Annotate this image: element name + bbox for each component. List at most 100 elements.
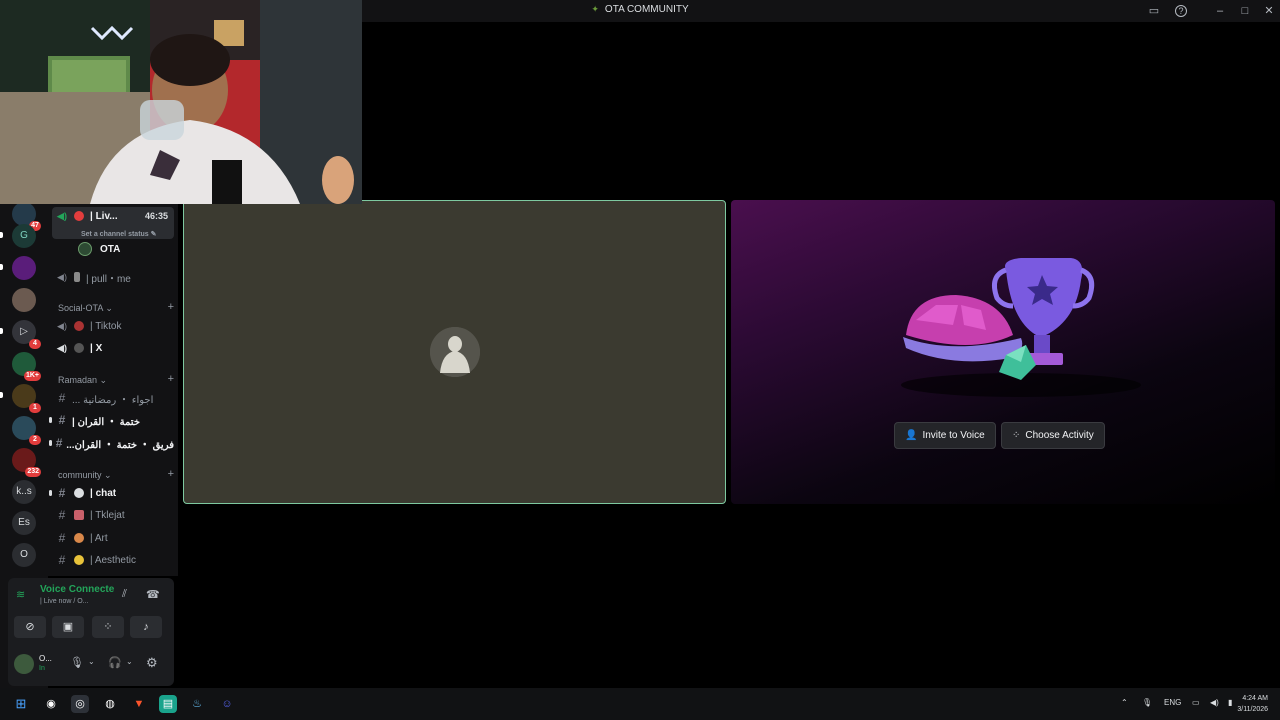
add-channel-icon[interactable]: +: [168, 301, 174, 314]
obs-icon[interactable]: ◉: [42, 695, 60, 713]
server-icon[interactable]: 2: [12, 416, 41, 445]
text-channel-art[interactable]: # | Art: [52, 528, 174, 548]
speaker-icon: ◀): [57, 211, 67, 221]
clock-date: 3/11/2026: [1237, 706, 1268, 713]
hash-icon: #: [58, 531, 66, 545]
battery-icon[interactable]: ▮: [1228, 698, 1232, 707]
maximize-button[interactable]: □: [1237, 3, 1253, 19]
text-channel-tklejat[interactable]: # | Tklejat: [52, 505, 174, 525]
voice-channel-live[interactable]: ◀) | Liv... 46:35 Set a channel status ✎: [52, 207, 174, 239]
app-green-icon[interactable]: ▤: [159, 695, 177, 713]
category-community[interactable]: community ⌄ +: [58, 468, 174, 481]
unread-badge: 232: [25, 467, 41, 477]
chevron-up-icon[interactable]: ⌃: [1121, 698, 1128, 707]
gear-icon[interactable]: ⚙: [146, 655, 158, 671]
add-user-icon: 👤: [905, 430, 918, 441]
server-icon[interactable]: k..s: [12, 480, 36, 504]
hash-icon: #: [58, 486, 66, 500]
text-channel-aesthetic[interactable]: # | Aesthetic: [52, 550, 174, 570]
trophy-illustration: [901, 258, 1141, 397]
sparkles-icon: [74, 555, 84, 565]
app-icon[interactable]: ◍: [101, 695, 119, 713]
choose-activity-button[interactable]: ⁘ Choose Activity: [1001, 422, 1105, 449]
unread-pill: [0, 232, 3, 238]
category-social-ota[interactable]: Social-OTA ⌄ +: [58, 301, 174, 314]
server-icon[interactable]: 47: [12, 202, 41, 231]
language-indicator[interactable]: ENG: [1164, 698, 1181, 707]
server-icon[interactable]: G: [12, 224, 36, 248]
server-icon[interactable]: O: [12, 543, 36, 567]
voice-member[interactable]: OTA: [78, 242, 120, 256]
server-icon[interactable]: Es: [12, 511, 36, 535]
headphones-icon[interactable]: 🎧: [108, 656, 122, 669]
user-status: In: [39, 665, 45, 672]
steam-icon[interactable]: ♨: [188, 695, 206, 713]
palette-icon: [74, 533, 84, 543]
soundboard-button[interactable]: ♪: [130, 616, 162, 638]
voice-connected-panel: ≋ Voice Connecte | Live now / O... ⫽ ☎ ⊘…: [8, 578, 174, 686]
category-ramadan[interactable]: Ramadan ⌄ +: [58, 373, 174, 386]
disconnect-icon[interactable]: ☎: [146, 588, 160, 601]
hash-icon: #: [55, 436, 63, 450]
clock[interactable]: 4:24 AM 3/11/2026: [1237, 693, 1268, 715]
chevron-down-icon[interactable]: ⌄: [126, 657, 133, 666]
volume-icon[interactable]: ◀): [1210, 698, 1219, 707]
close-button[interactable]: ✕: [1261, 3, 1277, 19]
participant-tile[interactable]: [183, 200, 726, 504]
channel-list: ◀) | Liv... 46:35 Set a channel status ✎…: [48, 204, 178, 576]
text-channel-ramadan-1[interactable]: # ... اجواء ・ رمضانية: [52, 388, 174, 408]
voice-channel-x[interactable]: ◀) | X: [52, 338, 174, 358]
minimize-button[interactable]: –: [1212, 3, 1228, 19]
text-channel-ramadan-3[interactable]: # ...فريق ・ ختمة ・ القران: [52, 433, 174, 453]
server-icon[interactable]: [12, 256, 36, 280]
add-channel-icon[interactable]: +: [168, 373, 174, 386]
noise-suppression-icon[interactable]: ⫽: [122, 588, 127, 601]
x-emoji-icon: [74, 343, 84, 353]
live-icon: [74, 211, 84, 221]
call-timer: 46:35: [144, 211, 168, 221]
activities-button[interactable]: ⁘: [92, 616, 124, 638]
display-icon[interactable]: ▭: [1192, 698, 1200, 707]
voice-channel-link[interactable]: | Live now / O...: [40, 598, 89, 605]
text-channel-ramadan-2[interactable]: # | ختمة ・ القران: [52, 410, 174, 430]
discord-icon[interactable]: ☺: [218, 695, 236, 713]
tiktok-emoji-icon: [74, 321, 84, 331]
voice-channel-pull-me[interactable]: ◀) | pull・me: [52, 267, 174, 287]
unread-badge: 1: [29, 403, 41, 413]
signal-icon[interactable]: ≋: [16, 588, 25, 601]
voice-channel-tiktok[interactable]: ◀) | Tiktok: [52, 316, 174, 336]
server-icon[interactable]: 1K+: [12, 352, 41, 381]
user-avatar[interactable]: [14, 654, 34, 674]
channel-status-input[interactable]: Set a channel status ✎: [81, 230, 157, 238]
server-icon[interactable]: 232: [12, 448, 41, 477]
text-channel-chat[interactable]: # | chat: [52, 483, 174, 503]
chrome-icon[interactable]: ◎: [71, 695, 89, 713]
server-icon[interactable]: [12, 288, 36, 312]
clock-time: 4:24 AM: [1242, 695, 1268, 702]
screen-share-button[interactable]: ▣: [52, 616, 84, 638]
avatar: [78, 242, 92, 256]
unread-pill: [0, 264, 3, 270]
hash-icon: #: [58, 391, 66, 405]
notepad-icon: [74, 510, 84, 520]
mic-emoji-icon: [74, 272, 80, 282]
webcam-overlay: [0, 0, 362, 204]
inbox-icon[interactable]: ▭: [1146, 3, 1162, 19]
avatar-image: [430, 327, 480, 377]
server-icon[interactable]: ▷ 4: [12, 320, 41, 349]
microphone-tray-icon[interactable]: 🎙: [1142, 698, 1152, 707]
activity-tile: 👤 Invite to Voice ⁘ Choose Activity: [731, 200, 1275, 504]
brave-icon[interactable]: ▼: [130, 695, 148, 713]
microphone-icon[interactable]: 🎙: [70, 656, 84, 669]
add-channel-icon[interactable]: +: [168, 468, 174, 481]
speaker-icon: ◀): [57, 271, 67, 282]
unread-badge: 4: [29, 339, 41, 349]
voice-status-title[interactable]: Voice Connecte: [40, 584, 114, 595]
camera-off-button[interactable]: ⊘: [14, 616, 46, 638]
chevron-down-icon[interactable]: ⌄: [88, 657, 95, 666]
speech-bubble-icon: [74, 488, 84, 498]
help-icon[interactable]: ?: [1175, 5, 1187, 17]
server-icon[interactable]: 1: [12, 384, 41, 413]
invite-to-voice-button[interactable]: 👤 Invite to Voice: [894, 422, 996, 449]
windows-start-icon[interactable]: ⊞: [12, 695, 30, 713]
